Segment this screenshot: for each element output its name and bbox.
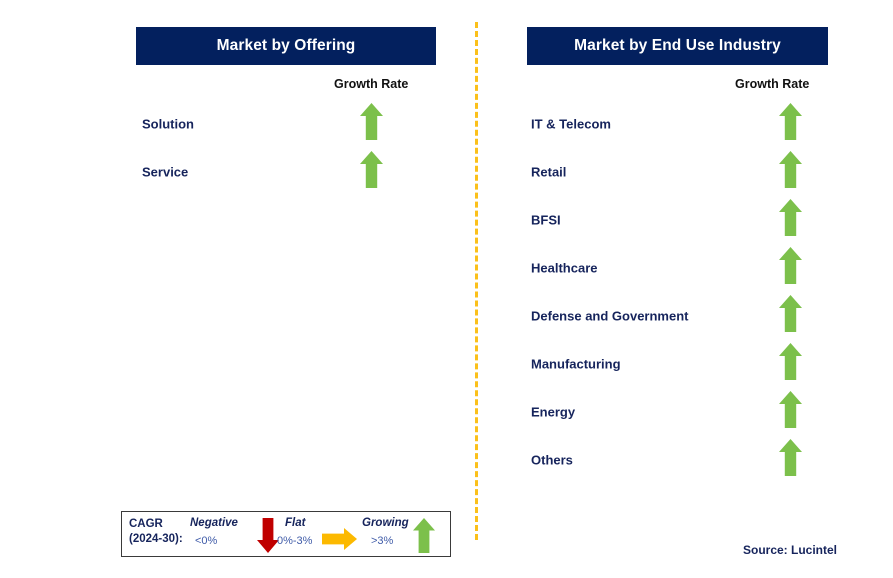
segment-label-defense-and-government: Defense and Government [531, 308, 689, 324]
segment-row-energy: Energy [531, 391, 831, 433]
segment-label-others: Others [531, 452, 573, 468]
segment-label-solution: Solution [142, 116, 194, 132]
arrow-up-icon [779, 295, 802, 337]
segment-label-it-telecom: IT & Telecom [531, 116, 611, 132]
legend-term-growing: Growing [362, 517, 409, 529]
segment-label-manufacturing: Manufacturing [531, 356, 621, 372]
arrow-up-icon [360, 151, 383, 193]
legend-title-line-1: CAGR [129, 518, 163, 530]
growth-rate-caption-offering: Growth Rate [334, 77, 409, 91]
panel-header-end-use-industry: Market by End Use Industry [527, 27, 828, 65]
arrow-up-icon [779, 151, 802, 193]
legend-term-negative: Negative [190, 517, 238, 529]
infographic-canvas: Market by Offering Growth Rate Solution … [0, 0, 893, 578]
segment-row-bfsi: BFSI [531, 199, 831, 241]
legend-range-growing: >3% [371, 535, 394, 547]
segment-row-retail: Retail [531, 151, 831, 193]
vertical-dashed-divider [475, 22, 478, 540]
segment-row-manufacturing: Manufacturing [531, 343, 831, 385]
segment-row-healthcare: Healthcare [531, 247, 831, 289]
arrow-up-icon [779, 199, 802, 241]
segment-label-retail: Retail [531, 164, 567, 180]
segment-label-energy: Energy [531, 404, 576, 420]
segment-row-it-telecom: IT & Telecom [531, 103, 831, 145]
legend-range-flat: 0%-3% [277, 535, 313, 547]
segment-row-others: Others [531, 439, 831, 481]
segment-row-solution: Solution [142, 103, 442, 145]
panel-title-end-use-industry: Market by End Use Industry [574, 37, 781, 54]
arrow-up-icon [779, 103, 802, 145]
source-note: Source: Lucintel [743, 543, 838, 557]
arrow-up-icon [779, 439, 802, 481]
segment-label-service: Service [142, 164, 189, 180]
segment-label-healthcare: Healthcare [531, 260, 598, 276]
legend-term-flat: Flat [285, 517, 306, 529]
arrow-up-icon [413, 518, 435, 558]
legend-range-negative: <0% [195, 535, 218, 547]
arrow-up-icon [779, 391, 802, 433]
segment-label-bfsi: BFSI [531, 212, 561, 228]
arrow-down-icon [257, 518, 279, 558]
arrow-right-icon [322, 528, 357, 555]
legend-title: CAGR (2024-30): [129, 517, 183, 547]
segment-row-defense-and-government: Defense and Government [531, 295, 831, 337]
arrow-up-icon [779, 343, 802, 385]
arrow-up-icon [779, 247, 802, 289]
growth-rate-caption-end-use-industry: Growth Rate [735, 77, 810, 91]
cagr-legend: CAGR (2024-30): Negative <0% Flat 0%-3% … [121, 511, 451, 557]
segment-row-service: Service [142, 151, 442, 193]
arrow-up-icon [360, 103, 383, 145]
panel-header-offering: Market by Offering [136, 27, 436, 65]
legend-title-line-2: (2024-30): [129, 533, 183, 545]
panel-title-offering: Market by Offering [216, 37, 356, 54]
